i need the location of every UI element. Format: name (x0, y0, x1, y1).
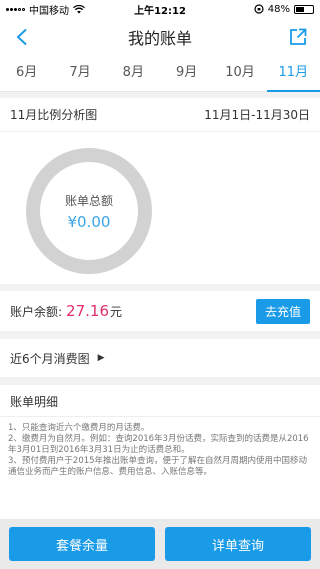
tab-month-9[interactable]: 9月 (160, 56, 213, 91)
signal-icon (6, 7, 25, 11)
status-time: 上午12:12 (134, 5, 186, 17)
note-item: 1、只能查询近六个缴费月的月话费。 (8, 423, 150, 433)
note-item: 3、预付费用户于2015年推出账单查询，便于了解在自然月周期内使用中国移动通信业… (8, 456, 308, 477)
balance-unit: 元 (110, 305, 123, 319)
analysis-section: 11月比例分析图 11月1日-11月30日 账单总额 ¥0.00 (0, 98, 320, 284)
triangle-right-icon: ▶ (97, 353, 105, 363)
six-month-label: 近6个月消费图 (10, 351, 90, 366)
page-title: 我的账单 (127, 29, 193, 48)
share-out-icon (290, 28, 307, 45)
share-button[interactable] (286, 25, 310, 49)
tab-month-11[interactable]: 11月 (266, 56, 320, 92)
battery-icon (294, 4, 314, 14)
bill-detail-title: 账单明细 (0, 385, 320, 417)
chevron-left-icon (16, 28, 27, 46)
status-left: 中国移动 (6, 2, 85, 17)
balance-amount: 27.16 (66, 302, 109, 320)
package-balance-button[interactable]: 套餐余量 (9, 527, 155, 561)
nav-bar: 我的账单 (0, 18, 320, 56)
orientation-lock-icon (254, 4, 264, 14)
balance-info: 账户余额: 27.16 元 (10, 302, 122, 320)
analysis-header: 11月比例分析图 11月1日-11月30日 (0, 98, 320, 132)
tab-month-8[interactable]: 8月 (107, 56, 160, 91)
detail-query-button[interactable]: 详单查询 (165, 527, 311, 561)
balance-row: 账户余额: 27.16 元 去充值 (0, 291, 320, 331)
total-value: ¥0.00 (67, 212, 111, 231)
tab-month-7[interactable]: 7月 (53, 56, 106, 91)
status-bar: 中国移动 上午12:12 48% (0, 0, 320, 18)
battery-percent: 48% (267, 3, 290, 15)
month-tabs: 6月 7月 8月 9月 10月 11月 (0, 56, 320, 92)
status-right: 48% (254, 4, 314, 15)
donut-center: 账单总额 ¥0.00 (26, 148, 152, 274)
tab-month-6[interactable]: 6月 (0, 56, 53, 91)
balance-label: 账户余额: (10, 305, 63, 319)
six-month-chart-link[interactable]: 近6个月消费图 ▶ (0, 339, 320, 377)
carrier-name: 中国移动 (29, 5, 69, 17)
bill-detail-section: 账单明细 1、只能查询近六个缴费月的月话费。 2、缴费月为自然月。例如：查询20… (0, 385, 320, 525)
bill-detail-notes: 1、只能查询近六个缴费月的月话费。 2、缴费月为自然月。例如：查询2016年3月… (0, 417, 320, 478)
bottom-bar: 套餐余量 详单查询 (0, 519, 320, 569)
analysis-title: 11月比例分析图 (10, 108, 98, 122)
recharge-button[interactable]: 去充值 (255, 298, 310, 324)
analysis-date-range: 11月1日-11月30日 (204, 108, 310, 122)
wifi-icon (73, 4, 85, 13)
note-item: 2、缴费月为自然月。例如：查询2016年3月份话费，实际查到的话费是从2016年… (8, 434, 309, 455)
tab-month-10[interactable]: 10月 (213, 56, 266, 91)
back-button[interactable] (10, 25, 34, 49)
total-label: 账单总额 (64, 193, 113, 208)
donut-chart: 账单总额 ¥0.00 (0, 132, 320, 284)
